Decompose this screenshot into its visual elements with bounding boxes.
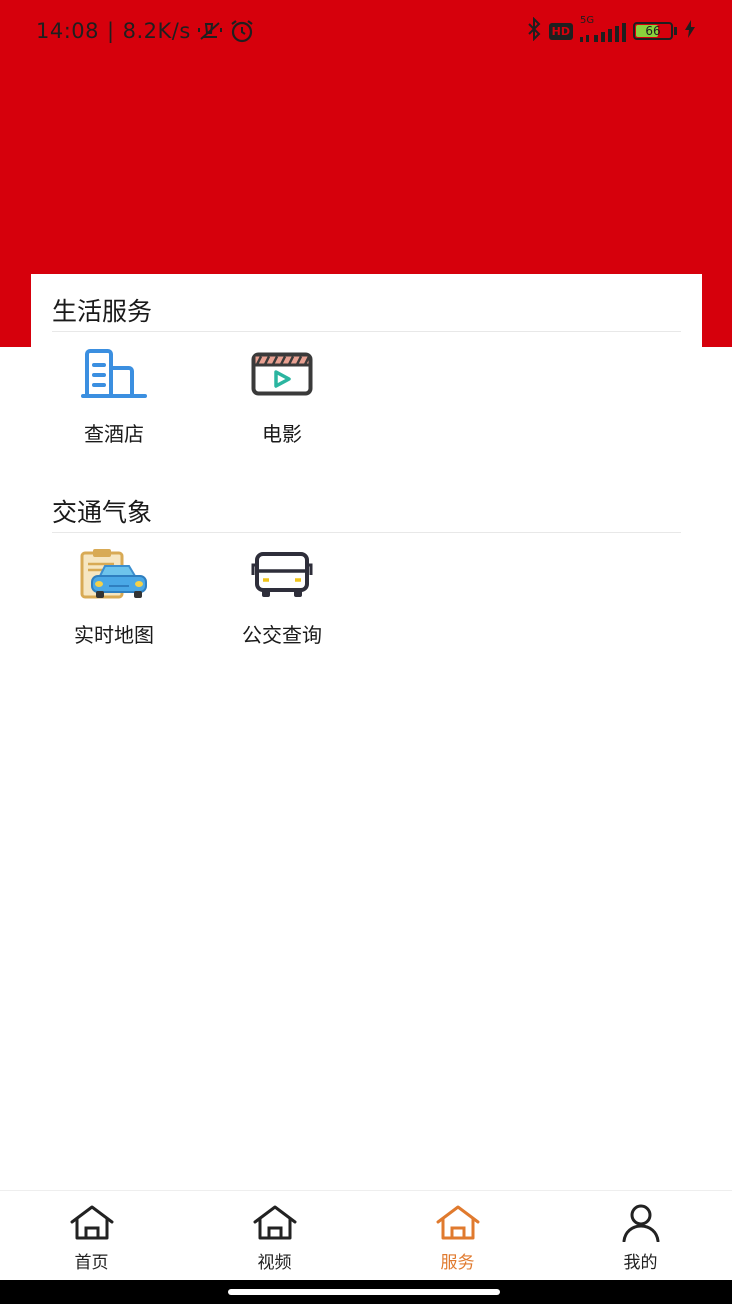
battery-icon: 66 (633, 22, 677, 40)
status-separator: | (107, 19, 115, 43)
bluetooth-icon (526, 16, 542, 45)
tab-label: 视频 (257, 1253, 292, 1273)
section-divider (52, 331, 681, 332)
car-clipboard-icon (79, 547, 149, 603)
section-title-traffic: 交通气象 (52, 498, 153, 527)
bottom-nav: 首页 视频 服务 我的 (0, 1190, 732, 1280)
home-icon (434, 1203, 482, 1243)
home-indicator[interactable] (228, 1289, 500, 1295)
tab-services[interactable]: 服务 (366, 1191, 549, 1280)
service-item-live-map[interactable]: 实时地图 (49, 547, 179, 657)
tab-label: 服务 (440, 1253, 475, 1273)
tab-label: 我的 (623, 1253, 658, 1273)
tab-home[interactable]: 首页 (0, 1191, 183, 1280)
service-label: 实时地图 (74, 623, 154, 647)
section-title-life: 生活服务 (52, 297, 153, 326)
home-icon (251, 1203, 299, 1243)
hd-badge: HD (548, 22, 573, 40)
tab-video[interactable]: 视频 (183, 1191, 366, 1280)
status-net-speed: 8.2K/s (122, 19, 191, 43)
service-label: 电影 (262, 422, 302, 446)
service-label: 公交查询 (242, 623, 322, 647)
bus-icon (247, 547, 317, 603)
service-item-movie[interactable]: 电影 (217, 346, 347, 456)
status-time: 14:08 (36, 19, 100, 43)
status-bar: 14:08 | 8.2K/s HD 5G 66 (0, 0, 732, 62)
user-icon (617, 1203, 665, 1243)
movie-clapper-icon (247, 346, 317, 402)
home-icon (68, 1203, 116, 1243)
signal-icon: 5G (580, 15, 626, 43)
service-item-hotel[interactable]: 查酒店 (49, 346, 179, 456)
service-item-bus-query[interactable]: 公交查询 (217, 547, 347, 657)
battery-level: 66 (645, 24, 661, 38)
tab-mine[interactable]: 我的 (549, 1191, 732, 1280)
charging-icon (684, 19, 696, 43)
hotel-building-icon (79, 346, 149, 402)
mute-icon (197, 20, 223, 42)
services-card: 生活服务 查酒店 电影 交通气象 实时地图 公交查询 (31, 274, 702, 1190)
gesture-bar (0, 1280, 732, 1304)
tab-label: 首页 (74, 1253, 109, 1273)
network-type-label: 5G (580, 15, 595, 26)
section-divider (52, 532, 681, 533)
alarm-icon (229, 19, 255, 43)
service-label: 查酒店 (84, 422, 144, 446)
